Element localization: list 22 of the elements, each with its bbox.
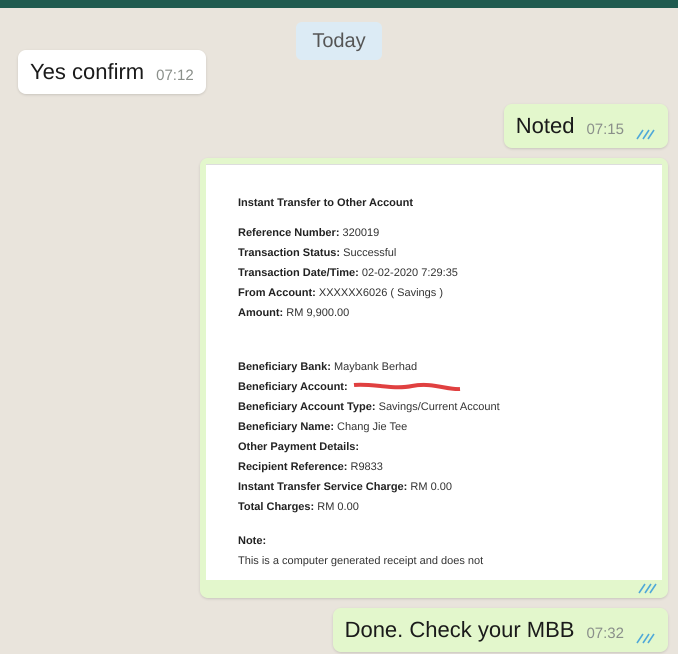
- message-text: Noted: [516, 112, 574, 140]
- receipt-line: Beneficiary Account Type: Savings/Current Account: [238, 400, 500, 415]
- receipt-line: Amount: RM 9,900.00: [238, 306, 350, 321]
- note-text: This is a computer generated receipt and does not: [238, 554, 484, 569]
- receipt-line: Beneficiary Account:: [238, 380, 348, 395]
- message-text: Done. Check your MBB: [344, 616, 574, 644]
- receipt-line: Transaction Date/Time: 02-02-2020 7:29:35: [238, 266, 458, 281]
- receipt-line: Beneficiary Name: Chang Jie Tee: [238, 420, 408, 435]
- message-text: Yes confirm: [30, 58, 144, 86]
- message-time: 07:32: [586, 624, 624, 644]
- receipt-line: Recipient Reference: R9833: [238, 460, 383, 475]
- receipt-line: Total Charges: RM 0.00: [238, 500, 359, 515]
- receipt-line: From Account: XXXXXX6026 ( Savings ): [238, 286, 443, 301]
- message-time: 07:12: [156, 66, 194, 86]
- message-time: 07:15: [586, 120, 624, 140]
- receipt-line: Beneficiary Bank: Maybank Berhad: [238, 360, 418, 375]
- receipt-line: Transaction Status: Successful: [238, 246, 396, 261]
- receipt-line: Instant Transfer Service Charge: RM 0.00: [238, 480, 452, 495]
- receipt-line: Reference Number: 320019: [238, 226, 380, 241]
- note-title: Note:: [238, 534, 268, 549]
- receipt-line: Other Payment Details:: [238, 440, 360, 455]
- receipt-title: Instant Transfer to Other Account: [238, 196, 414, 211]
